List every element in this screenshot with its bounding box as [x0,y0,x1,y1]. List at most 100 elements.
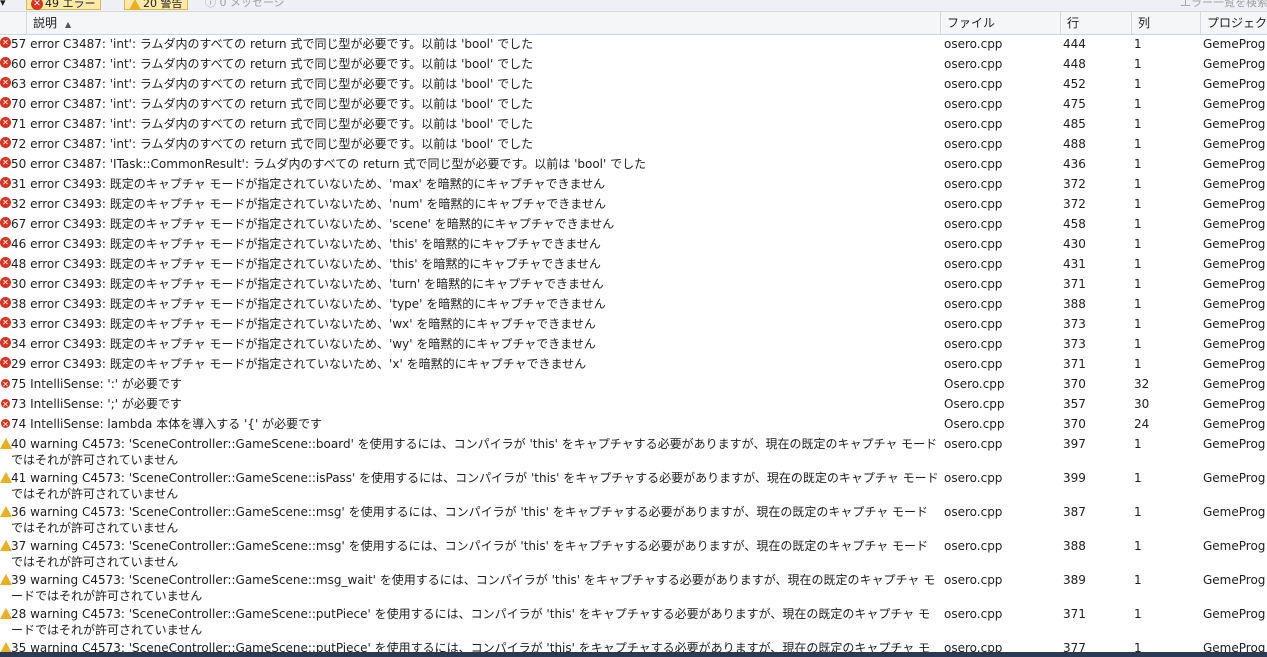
cell-line: 373 [1063,337,1086,351]
cell-line: 370 [1063,377,1086,391]
column-header-column-label: 列 [1138,16,1151,30]
cell-description: 41 warning C4573: 'SceneController::Game… [11,471,939,501]
cell-line: 388 [1063,297,1086,311]
table-row[interactable]: 41 warning C4573: 'SceneController::Game… [0,470,1267,504]
table-row[interactable]: ✕ 72 error C3487: 'int': ラムダ内のすべての return… [0,136,1267,156]
cell-project: GemeProg [1203,277,1266,291]
cell-file: osero.cpp [944,573,1003,587]
cell-line: 372 [1063,197,1086,211]
error-icon: ✕ [0,317,11,328]
cell-project: GemeProg [1203,257,1266,271]
errors-filter-button[interactable]: ✕ 49 エラー [26,0,101,10]
cell-column: 1 [1134,505,1142,519]
cell-file: osero.cpp [944,607,1003,621]
cell-description: 57 error C3487: 'int': ラムダ内のすべての return … [11,37,534,51]
column-header-file-label: ファイル [947,16,996,30]
table-row[interactable]: ✕ 31 error C3493: 既定のキャプチャ モードが指定されていないため… [0,176,1267,196]
cell-line: 389 [1063,573,1086,587]
cell-description: 46 error C3493: 既定のキャプチャ モードが指定されていないため、… [11,237,601,251]
column-header-line[interactable]: 行 [1060,12,1131,34]
error-icon: ✕ [0,197,11,208]
cell-column: 24 [1134,417,1150,431]
table-row[interactable]: ✕ 33 error C3493: 既定のキャプチャ モードが指定されていないため… [0,316,1267,336]
cell-file: osero.cpp [944,317,1003,331]
table-row[interactable]: ✕ 30 error C3493: 既定のキャプチャ モードが指定されていないため… [0,276,1267,296]
cell-line: 387 [1063,505,1086,519]
table-row[interactable]: 37 warning C4573: 'SceneController::Game… [0,538,1267,572]
column-header-file[interactable]: ファイル [940,12,1060,34]
cell-line: 399 [1063,471,1086,485]
error-list-toolbar: ▾ ✕ 49 エラー 20 警告 ⓘ 0 メッセージ エラー一覧を検索 [0,0,1267,12]
table-row[interactable]: ✕ 57 error C3487: 'int': ラムダ内のすべての return… [0,36,1267,56]
table-row[interactable]: ✕ 60 error C3487: 'int': ラムダ内のすべての return… [0,56,1267,76]
error-icon: ✕ [0,57,11,68]
info-icon: ⓘ [205,0,216,9]
table-row[interactable]: 40 warning C4573: 'SceneController::Game… [0,436,1267,470]
table-row[interactable]: ✕ 70 error C3487: 'int': ラムダ内のすべての return… [0,96,1267,116]
cell-file: osero.cpp [944,297,1003,311]
error-icon: ✕ [31,0,43,10]
cell-description: 28 warning C4573: 'SceneController::Game… [11,607,931,637]
error-icon: ✕ [0,357,11,368]
sort-ascending-icon: ▲ [65,20,72,29]
column-header-description[interactable]: 説明 ▲ [26,12,940,34]
cell-line: 371 [1063,277,1086,291]
cell-description: 67 error C3493: 既定のキャプチャ モードが指定されていないため、… [11,217,615,231]
cell-column: 1 [1134,337,1142,351]
table-row[interactable]: 39 warning C4573: 'SceneController::Game… [0,572,1267,606]
table-row[interactable]: ✕ 46 error C3493: 既定のキャプチャ モードが指定されていないため… [0,236,1267,256]
table-row[interactable]: 28 warning C4573: 'SceneController::Game… [0,606,1267,640]
cell-description: 33 error C3493: 既定のキャプチャ モードが指定されていないため、… [11,317,596,331]
cell-line: 388 [1063,539,1086,553]
search-input[interactable]: エラー一覧を検索 [1180,0,1267,10]
intellisense-error-icon: ✕ [1,399,10,409]
cell-description: 34 error C3493: 既定のキャプチャ モードが指定されていないため、… [11,337,596,351]
cell-description: 70 error C3487: 'int': ラムダ内のすべての return … [11,97,534,111]
cell-file: osero.cpp [944,157,1003,171]
cell-column: 32 [1134,377,1150,391]
table-row[interactable]: ✕ 73 IntelliSense: ';' が必要です Osero.cpp 357 3… [0,396,1267,416]
cell-project: GemeProg [1203,437,1266,451]
table-row[interactable]: ✕ 71 error C3487: 'int': ラムダ内のすべての return… [0,116,1267,136]
cell-file: osero.cpp [944,337,1003,351]
cell-project: GemeProg [1203,137,1266,151]
column-header-column[interactable]: 列 [1131,12,1200,34]
error-icon: ✕ [0,37,11,48]
table-row[interactable]: ✕ 29 error C3493: 既定のキャプチャ モードが指定されていないため… [0,356,1267,376]
cell-column: 1 [1134,437,1142,451]
cell-project: GemeProg [1203,397,1266,411]
table-row[interactable]: ✕ 34 error C3493: 既定のキャプチャ モードが指定されていないため… [0,336,1267,356]
cell-file: Osero.cpp [944,377,1005,391]
cell-column: 1 [1134,117,1142,131]
table-row[interactable]: ✕ 75 IntelliSense: ':' が必要です Osero.cpp 370 3… [0,376,1267,396]
table-row[interactable]: ✕ 63 error C3487: 'int': ラムダ内のすべての return… [0,76,1267,96]
status-bar [0,652,1267,657]
intellisense-error-icon: ✕ [1,379,10,389]
cell-project: GemeProg [1203,377,1266,391]
warnings-filter-button[interactable]: 20 警告 [124,0,188,10]
table-row[interactable]: ✕ 32 error C3493: 既定のキャプチャ モードが指定されていないため… [0,196,1267,216]
messages-filter-button[interactable]: ⓘ 0 メッセージ [205,0,285,10]
error-icon: ✕ [0,77,11,88]
cell-column: 1 [1134,471,1142,485]
column-header-description-label: 説明 [33,16,58,30]
cell-project: GemeProg [1203,217,1266,231]
cell-description: 75 IntelliSense: ':' が必要です [11,377,182,391]
cell-file: osero.cpp [944,217,1003,231]
cell-project: GemeProg [1203,237,1266,251]
cell-column: 1 [1134,257,1142,271]
table-row[interactable]: 36 warning C4573: 'SceneController::Game… [0,504,1267,538]
table-row[interactable]: ✕ 38 error C3493: 既定のキャプチャ モードが指定されていないため… [0,296,1267,316]
warning-icon [129,0,141,10]
cell-column: 1 [1134,297,1142,311]
table-row[interactable]: ✕ 67 error C3493: 既定のキャプチャ モードが指定されていないため… [0,216,1267,236]
cell-file: osero.cpp [944,97,1003,111]
table-row[interactable]: ✕ 48 error C3493: 既定のキャプチャ モードが指定されていないため… [0,256,1267,276]
cell-description: 37 warning C4573: 'SceneController::Game… [11,539,929,569]
column-header-project[interactable]: プロジェクト [1200,12,1267,34]
cell-line: 370 [1063,417,1086,431]
table-row[interactable]: ✕ 74 IntelliSense: lambda 本体を導入する '{' が必要… [0,416,1267,436]
table-row[interactable]: ✕ 50 error C3487: 'ITask::CommonResult': … [0,156,1267,176]
scope-dropdown-chevron-icon[interactable]: ▾ [0,0,6,10]
cell-column: 1 [1134,607,1142,621]
